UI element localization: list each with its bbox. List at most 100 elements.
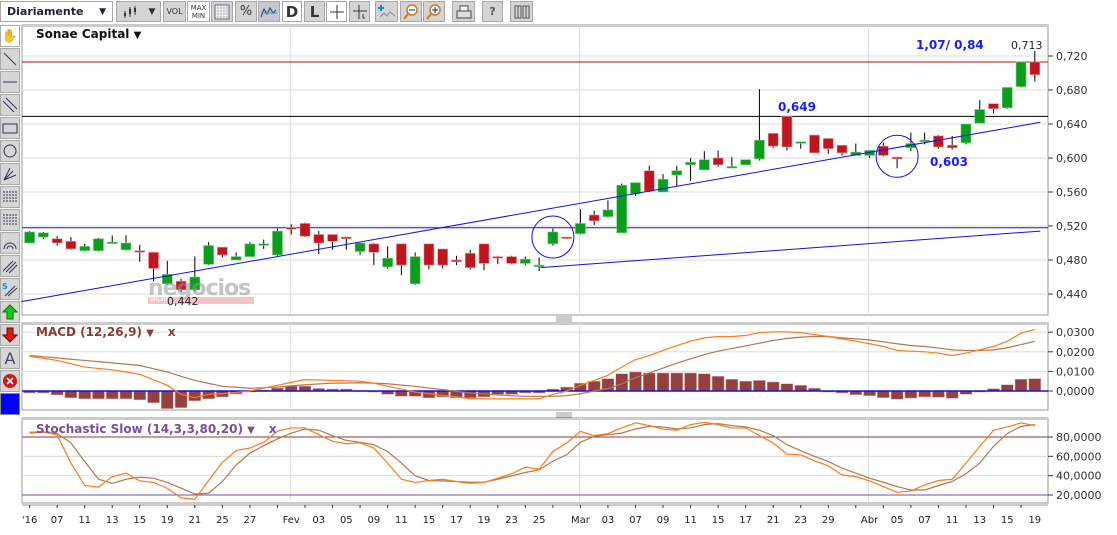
stoch-title[interactable]: Stochastic Slow (14,3,3,80,20) ▼ x — [36, 422, 277, 436]
candle — [409, 252, 421, 285]
x-tick-label: 15 — [133, 515, 146, 526]
macd-histogram-bar — [918, 390, 931, 398]
x-tick-label: 11 — [78, 515, 91, 526]
macd-histogram-bar — [174, 390, 188, 408]
macd-histogram-bar — [890, 390, 904, 400]
ratio-annotation: 1,07/ 0,84 — [916, 38, 984, 52]
stoch-tick-label: 60,0000 — [1056, 450, 1102, 463]
macd-histogram-bar — [904, 390, 918, 399]
stoch-tick-label: 80,0000 — [1056, 431, 1102, 444]
stoch-tick-label: 40,0000 — [1056, 470, 1102, 483]
macd-histogram-bar — [725, 378, 739, 392]
macd-histogram-bar — [119, 390, 133, 400]
symbol-selector[interactable]: Sonae Capital ▼ — [36, 27, 141, 41]
candle-body — [933, 135, 944, 148]
x-tick-label: 17 — [739, 515, 752, 526]
y-tick-label: 0,600 — [1056, 152, 1088, 165]
x-tick-label: Fev — [283, 515, 300, 526]
candle-body — [602, 209, 614, 217]
macd-histogram-bar — [147, 390, 160, 404]
candle-body — [1029, 61, 1041, 76]
candle-body — [588, 214, 600, 222]
macd-histogram-bar — [739, 380, 752, 392]
x-tick-label: 15 — [1001, 515, 1014, 526]
candle — [272, 228, 283, 256]
macd-histogram-bar — [643, 372, 656, 392]
candle — [93, 237, 104, 252]
y-tick-label: 0,720 — [1056, 50, 1088, 63]
y-tick-label: 0,640 — [1056, 118, 1088, 131]
x-tick-label: 07 — [629, 515, 642, 526]
macd-tick-label: 0,0100 — [1056, 365, 1095, 378]
x-tick-label: 07 — [51, 515, 64, 526]
candle-body — [891, 156, 903, 160]
candle-body — [148, 252, 159, 269]
candle-body — [203, 245, 214, 265]
macd-histogram-bar — [766, 381, 780, 392]
y-tick-label: 0,680 — [1056, 84, 1088, 97]
macd-histogram-bar — [1001, 384, 1014, 392]
candle-body — [809, 134, 820, 154]
y-tick-label: 0,560 — [1056, 186, 1088, 199]
candle-body — [767, 133, 779, 147]
y-tick-label: 0,520 — [1056, 220, 1088, 233]
candle-body — [478, 243, 490, 264]
close-icon[interactable]: x — [269, 422, 277, 436]
candle-body — [79, 246, 90, 251]
candle-body — [988, 103, 999, 109]
candle — [809, 134, 820, 154]
x-tick-label: 11 — [684, 515, 697, 526]
candle-body — [919, 139, 930, 142]
candle-body — [575, 223, 586, 234]
macd-histogram-bar — [711, 376, 725, 392]
candle-body — [712, 157, 724, 166]
x-tick-label: 13 — [973, 515, 986, 526]
x-tick-label: 05 — [340, 515, 353, 526]
candle-body — [547, 231, 559, 245]
x-tick-label: 11 — [395, 515, 408, 526]
macd-tick-label: 0,0300 — [1056, 326, 1095, 339]
candle-body — [754, 139, 765, 160]
candle-body — [354, 242, 366, 252]
candle-body — [699, 159, 710, 171]
x-tick-label: '16 — [22, 515, 37, 526]
candle-body — [506, 256, 517, 264]
x-tick-label: 19 — [478, 515, 491, 526]
candle — [960, 123, 972, 145]
candle — [203, 242, 214, 266]
close-icon[interactable]: x — [168, 325, 176, 339]
x-tick-label: 25 — [216, 515, 229, 526]
candle — [767, 133, 779, 148]
macd-title[interactable]: MACD (12,26,9) ▼ x — [36, 325, 176, 339]
watermark-sub: ONLINE — [148, 297, 254, 304]
candle-body — [451, 259, 462, 262]
macd-label: MACD (12,26,9) — [36, 325, 143, 339]
candle-body — [423, 243, 435, 266]
candle-body — [630, 182, 641, 194]
candle-body — [217, 246, 228, 256]
candle — [24, 231, 35, 244]
candle-body — [561, 236, 572, 239]
candle — [616, 183, 628, 234]
chart-area[interactable]: 0,720 0,680 0,640 0,600 0,560 0,520 0,480 0,440… — [0, 0, 1117, 535]
stoch-label: Stochastic Slow (14,3,3,80,20) — [36, 422, 243, 436]
candle-body — [795, 141, 807, 144]
macd-histogram-bar — [64, 390, 78, 399]
x-tick-label: 23 — [794, 515, 807, 526]
x-tick-label: 13 — [106, 515, 119, 526]
macd-histogram-bar — [105, 390, 119, 400]
candle-body — [437, 248, 449, 266]
candle-body — [299, 223, 311, 237]
candle-body — [65, 241, 77, 250]
chevron-down-icon: ▼ — [133, 30, 142, 41]
macd-histogram-bar — [794, 385, 807, 392]
chevron-down-icon: ▼ — [146, 328, 154, 339]
stoch-tick-label: 20,0000 — [1056, 489, 1102, 502]
macd-histogram-bar — [753, 380, 766, 392]
candle-body — [781, 116, 793, 148]
candle-body — [822, 138, 834, 149]
x-tick-label: 03 — [602, 515, 615, 526]
candle-body — [24, 231, 35, 244]
candle-body — [492, 256, 504, 259]
high-annotation: 0,649 — [778, 100, 816, 114]
